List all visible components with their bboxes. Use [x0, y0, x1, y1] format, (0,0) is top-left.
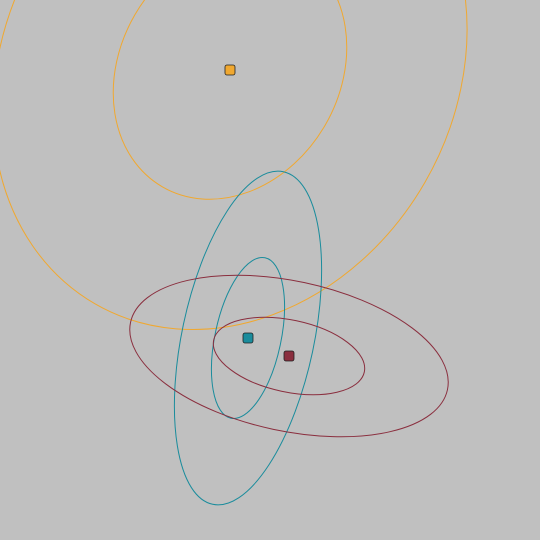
center-point-2 [242, 332, 254, 344]
center-point-1 [224, 64, 236, 76]
gaussian-contour-plot [0, 0, 540, 540]
plot-area [0, 0, 540, 540]
center-point-3 [283, 350, 295, 362]
plot-background [0, 0, 540, 540]
